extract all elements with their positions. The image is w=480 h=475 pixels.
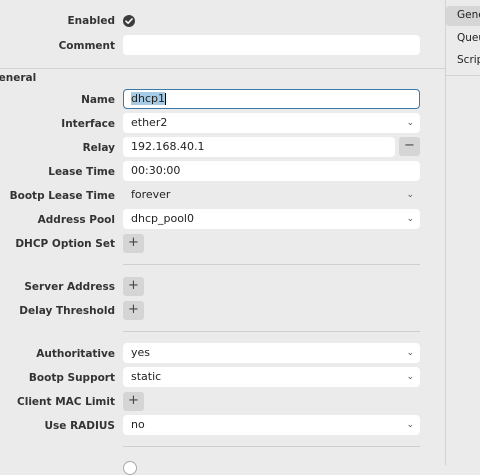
name-value: dhcp1 [131, 92, 165, 105]
use-radius-select[interactable]: no ⌄ [123, 415, 420, 435]
authoritative-value: yes [131, 346, 151, 359]
name-field[interactable]: dhcp1 [123, 89, 420, 109]
relay-label: Relay [82, 142, 115, 154]
check-icon [125, 18, 133, 24]
bootp-lease-time-value: forever [131, 188, 171, 201]
divider [123, 331, 420, 332]
sidebar: General Queues Script [446, 0, 480, 465]
dhcp-option-set-label: DHCP Option Set [15, 238, 115, 250]
chevron-down-icon: ⌄ [406, 372, 414, 382]
delay-threshold-add-button[interactable]: + [123, 301, 144, 320]
lease-time-field[interactable]: 00:30:00 [123, 161, 420, 181]
dhcp-option-set-add-button[interactable]: + [123, 234, 144, 253]
server-address-add-button[interactable]: + [123, 277, 144, 296]
sidebar-item-label: Queues [457, 32, 480, 44]
sidebar-item-label: General [457, 9, 480, 21]
sidebar-item-label: Script [457, 54, 480, 66]
lease-time-label: Lease Time [48, 166, 115, 178]
client-mac-limit-add-button[interactable]: + [123, 392, 144, 411]
authoritative-select[interactable]: yes ⌄ [123, 343, 420, 363]
text-cursor [164, 93, 166, 105]
comment-field[interactable] [123, 35, 420, 55]
chevron-down-icon: ⌄ [406, 420, 414, 430]
comment-label: Comment [58, 40, 115, 52]
relay-remove-button[interactable]: − [399, 137, 420, 156]
divider [123, 446, 420, 447]
sidebar-item-script[interactable]: Script [446, 52, 480, 70]
bootp-support-value: static [131, 370, 162, 383]
chevron-down-icon: ⌄ [406, 214, 414, 224]
bootp-support-select[interactable]: static ⌄ [123, 367, 420, 387]
client-mac-limit-label: Client MAC Limit [17, 396, 115, 408]
chevron-down-icon: ⌄ [406, 348, 414, 358]
authoritative-label: Authoritative [36, 348, 115, 360]
interface-select[interactable]: ether2 ⌄ [123, 113, 420, 133]
enabled-checkbox[interactable] [123, 15, 135, 27]
section-divider [0, 68, 445, 69]
address-pool-label: Address Pool [37, 214, 115, 226]
sidebar-item-general[interactable]: General [446, 6, 480, 26]
partial-checkbox[interactable] [123, 461, 137, 475]
delay-threshold-label: Delay Threshold [19, 305, 115, 317]
bootp-support-label: Bootp Support [28, 372, 115, 384]
section-header: General [0, 72, 37, 84]
bootp-lease-time-label: Bootp Lease Time [9, 190, 115, 202]
chevron-down-icon: ⌄ [406, 190, 414, 200]
address-pool-value: dhcp_pool0 [131, 212, 194, 225]
server-address-label: Server Address [24, 281, 115, 293]
use-radius-value: no [131, 418, 145, 431]
enabled-label: Enabled [67, 15, 116, 27]
chevron-down-icon: ⌄ [406, 118, 414, 128]
address-pool-select[interactable]: dhcp_pool0 ⌄ [123, 209, 420, 229]
use-radius-label: Use RADIUS [44, 420, 115, 432]
divider [123, 264, 420, 265]
name-label: Name [81, 94, 115, 106]
interface-value: ether2 [131, 116, 168, 129]
sidebar-item-queues[interactable]: Queues [446, 30, 480, 48]
interface-label: Interface [61, 118, 115, 130]
bootp-lease-time-select[interactable]: forever ⌄ [123, 185, 420, 205]
sidebar-divider [446, 75, 480, 76]
relay-field[interactable]: 192.168.40.1 [123, 137, 395, 157]
